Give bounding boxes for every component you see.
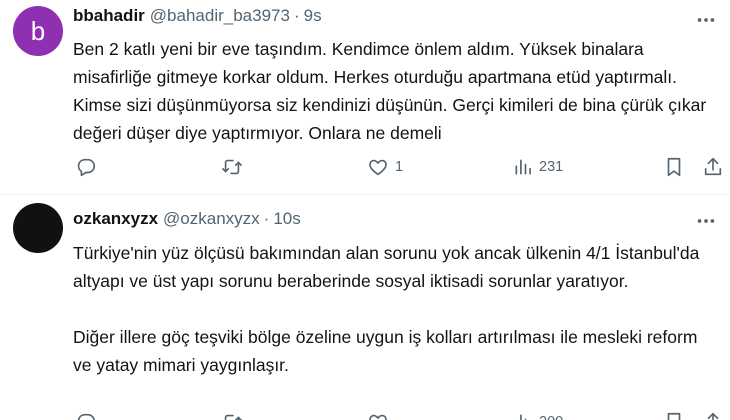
tweet[interactable]: ozkanxyzx @ozkanxyzx · 10s Türkiye'nin y… [0, 195, 730, 420]
user-handle[interactable]: @ozkanxyzx [163, 209, 260, 229]
tweet-header: bbahadir @bahadir_ba3973 · 9s [73, 6, 322, 30]
like-count: 1 [395, 159, 404, 175]
reply-button[interactable] [75, 408, 97, 420]
views-button[interactable]: 231 [513, 153, 563, 181]
retweet-button[interactable] [220, 153, 244, 181]
share-button[interactable] [702, 153, 724, 181]
separator: · [263, 209, 270, 228]
retweet-icon [224, 414, 242, 420]
tweet-paragraph: Diğer illere göç teşviki bölge özeline u… [73, 327, 698, 375]
view-count: 231 [539, 159, 564, 175]
bookmark-icon [667, 412, 681, 420]
avatar-letter: b [30, 15, 46, 46]
like-button[interactable]: 1 [367, 153, 403, 181]
avatar[interactable] [13, 203, 63, 253]
bookmark-button[interactable] [663, 153, 685, 181]
retweet-button[interactable] [220, 408, 244, 420]
tweet-header: ozkanxyzx @ozkanxyzx · 10s [73, 209, 301, 233]
tweet-actions: 200 [73, 408, 723, 420]
like-icon [369, 414, 387, 420]
tweet-actions: 1 231 [73, 153, 723, 181]
display-name[interactable]: ozkanxyzx [73, 209, 158, 229]
retweet-icon [222, 159, 242, 175]
separator: · [293, 6, 300, 25]
avatar[interactable]: b [13, 6, 63, 56]
more-options-button[interactable] [694, 8, 718, 32]
share-icon [707, 412, 719, 420]
share-icon [704, 157, 722, 176]
like-button[interactable] [367, 408, 389, 420]
views-button[interactable]: 200 [513, 408, 563, 420]
display-name[interactable]: bbahadir [73, 6, 145, 26]
timestamp[interactable]: 10s [273, 209, 300, 229]
reply-icon [77, 413, 95, 420]
more-options-button[interactable] [694, 209, 718, 233]
reply-icon [77, 158, 96, 177]
more-icon [697, 219, 715, 223]
user-handle[interactable]: @bahadir_ba3973 [150, 6, 290, 26]
more-icon [697, 18, 715, 22]
tweet-feed: b bbahadir @bahadir_ba3973 · 9s Ben 2 ka… [0, 0, 730, 420]
tweet[interactable]: b bbahadir @bahadir_ba3973 · 9s Ben 2 ka… [0, 0, 730, 195]
bookmark-button[interactable] [663, 408, 685, 420]
views-icon [515, 159, 531, 175]
like-icon [369, 159, 387, 176]
timestamp[interactable]: 9s [304, 6, 322, 26]
bookmark-icon [667, 157, 681, 177]
tweet-text: Ben 2 katlı yeni bir eve taşındım. Kendi… [73, 35, 713, 147]
view-count: 200 [539, 414, 563, 420]
tweet-paragraph: Türkiye'nin yüz ölçüsü bakımından alan s… [73, 243, 700, 291]
tweet-paragraph: Ben 2 katlı yeni bir eve taşındım. Kendi… [73, 39, 707, 143]
reply-button[interactable] [75, 153, 97, 181]
share-button[interactable] [702, 408, 724, 420]
views-icon [520, 414, 527, 420]
tweet-text: Türkiye'nin yüz ölçüsü bakımından alan s… [73, 239, 713, 379]
